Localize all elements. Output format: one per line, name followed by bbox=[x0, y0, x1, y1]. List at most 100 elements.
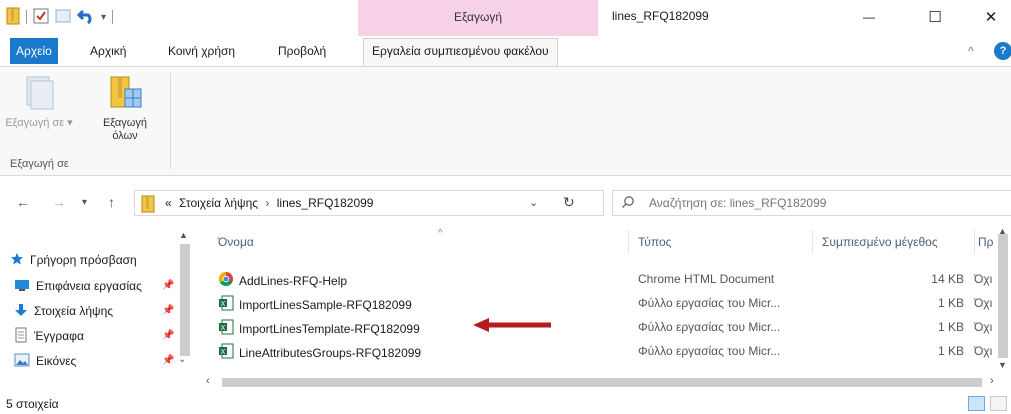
address-bar[interactable]: « Στοιχεία λήψης › lines_RFQ182099 ⌄ ↻ bbox=[134, 190, 604, 216]
up-arrow-icon[interactable]: ↑ bbox=[108, 194, 115, 210]
svg-text:X: X bbox=[221, 301, 226, 308]
file-size: 1 KB bbox=[937, 296, 964, 310]
scroll-up-icon[interactable]: ▲ bbox=[179, 230, 188, 240]
nav-item-desktop[interactable]: Επιφάνεια εργασίας bbox=[14, 275, 176, 297]
scrollbar-thumb[interactable] bbox=[998, 234, 1008, 358]
search-box[interactable] bbox=[612, 190, 1011, 216]
extract-all-button[interactable]: Εξαγωγή όλων bbox=[90, 73, 160, 143]
forward-arrow-icon[interactable]: → bbox=[52, 194, 66, 210]
horizontal-scrollbar[interactable]: ‹ › bbox=[200, 374, 1011, 391]
properties-icon[interactable] bbox=[33, 8, 49, 27]
extract-all-label-line2: όλων bbox=[112, 130, 138, 142]
nav-item-quick-access[interactable]: Γρήγορη πρόσβαση bbox=[10, 249, 172, 271]
file-name-cell: AddLines-RFQ-Help bbox=[218, 271, 347, 290]
ribbon-group-label: Εξαγωγή σε bbox=[10, 158, 69, 170]
pictures-icon bbox=[14, 353, 30, 370]
folder-icon[interactable] bbox=[6, 7, 20, 28]
minimize-button[interactable]: — bbox=[846, 4, 892, 30]
folder-icon bbox=[141, 195, 155, 216]
undo-icon[interactable] bbox=[76, 8, 95, 27]
annotation-arrow bbox=[473, 318, 551, 332]
file-protected: Όχι bbox=[974, 296, 993, 310]
star-icon bbox=[10, 252, 24, 269]
column-header-more[interactable]: Πρ bbox=[978, 230, 994, 254]
nav-item-documents[interactable]: Έγγραφα bbox=[14, 325, 176, 347]
tab-file[interactable]: Αρχείο bbox=[10, 38, 58, 64]
details-view-icon[interactable] bbox=[968, 396, 985, 411]
nav-item-downloads[interactable]: Στοιχεία λήψης bbox=[14, 300, 176, 322]
breadcrumb: « Στοιχεία λήψης › lines_RFQ182099 bbox=[165, 196, 373, 210]
breadcrumb-separator[interactable]: › bbox=[265, 196, 269, 210]
close-button[interactable]: ✕ bbox=[968, 4, 1011, 30]
file-type: Φύλλο εργασίας του Micr... bbox=[638, 296, 781, 310]
nav-item-label: Εικόνες bbox=[36, 354, 77, 368]
file-protected: Όχι bbox=[974, 272, 993, 286]
column-header-type[interactable]: Τύπος bbox=[638, 230, 808, 254]
back-arrow-icon[interactable]: ← bbox=[16, 194, 30, 210]
nav-item-pictures[interactable]: Εικόνες bbox=[14, 350, 176, 372]
tab-view[interactable]: Προβολή bbox=[270, 38, 334, 64]
tab-share[interactable]: Κοινή χρήση bbox=[160, 38, 243, 64]
search-icon bbox=[621, 195, 635, 212]
file-size: 1 KB bbox=[937, 344, 964, 358]
refresh-icon[interactable]: ↻ bbox=[563, 194, 575, 211]
toolbar-divider bbox=[112, 10, 114, 24]
table-row[interactable]: X ImportLinesTemplate-RFQ182099 Φύλλο ερ… bbox=[214, 316, 994, 338]
large-icons-view-icon[interactable] bbox=[990, 396, 1007, 411]
scroll-down-icon[interactable]: ▼ bbox=[998, 360, 1007, 370]
new-folder-icon[interactable] bbox=[55, 8, 71, 27]
navigation-pane-scrollbar[interactable]: ▲ bbox=[176, 224, 193, 370]
navigation-bar: ← → ▾ ↑ « Στοιχεία λήψης › lines_RFQ1820… bbox=[0, 186, 1011, 220]
scroll-right-icon[interactable]: › bbox=[990, 375, 994, 387]
address-dropdown-icon[interactable]: ⌄ bbox=[529, 196, 538, 209]
quick-access-toolbar: ▾ bbox=[6, 6, 114, 28]
extract-all-label-line1: Εξαγωγή bbox=[102, 117, 148, 129]
maximize-button[interactable]: ☐ bbox=[912, 4, 958, 30]
breadcrumb-overflow[interactable]: « bbox=[165, 196, 172, 210]
column-header-compressed-size[interactable]: Συμπιεσμένο μέγεθος bbox=[822, 230, 972, 254]
file-name-cell: X ImportLinesSample-RFQ182099 bbox=[218, 295, 412, 314]
search-input[interactable] bbox=[649, 196, 989, 210]
customize-toolbar-icon[interactable]: ▾ bbox=[101, 12, 106, 23]
tab-compressed-folder-tools[interactable]: Εργαλεία συμπιεσμένου φακέλου bbox=[363, 38, 558, 66]
help-icon[interactable]: ? bbox=[994, 42, 1011, 60]
navigation-pane: Γρήγορη πρόσβαση Επιφάνεια εργασίας 📌 Στ… bbox=[0, 224, 200, 394]
file-name-cell: X LineAttributesGroups-RFQ182099 bbox=[218, 343, 421, 362]
file-type: Chrome HTML Document bbox=[638, 272, 775, 286]
file-type: Φύλλο εργασίας του Micr... bbox=[638, 344, 781, 358]
svg-text:X: X bbox=[221, 325, 226, 332]
file-size: 1 KB bbox=[937, 320, 964, 334]
chrome-icon bbox=[218, 271, 234, 290]
breadcrumb-downloads[interactable]: Στοιχεία λήψης bbox=[179, 196, 258, 210]
pin-icon[interactable]: 📌 bbox=[162, 355, 174, 366]
column-divider[interactable] bbox=[812, 230, 813, 254]
extract-to-icon bbox=[21, 73, 57, 113]
column-header-name[interactable]: Όνομα ^ bbox=[218, 228, 628, 254]
tab-home[interactable]: Αρχική bbox=[82, 38, 134, 64]
file-list-scrollbar[interactable]: ▲ ▼ bbox=[994, 224, 1011, 374]
breadcrumb-current-folder[interactable]: lines_RFQ182099 bbox=[277, 196, 374, 210]
ribbon-tab-row: Αρχείο Αρχική Κοινή χρήση Προβολή Εργαλε… bbox=[0, 34, 1011, 66]
table-row[interactable]: X LineAttributesGroups-RFQ182099 Φύλλο ε… bbox=[214, 340, 994, 362]
context-tab-header: Εξαγωγή bbox=[358, 0, 598, 34]
scrollbar-thumb[interactable] bbox=[222, 378, 982, 387]
pin-icon[interactable]: 📌 bbox=[162, 305, 174, 316]
file-list: Όνομα ^ Τύπος Συμπιεσμένο μέγεθος Πρ Add… bbox=[200, 224, 1011, 374]
extract-to-button[interactable]: Εξαγωγή σε ▾ bbox=[4, 73, 74, 130]
extract-to-label: Εξαγωγή σε ▾ bbox=[5, 117, 73, 129]
sort-ascending-icon: ^ bbox=[438, 228, 443, 239]
excel-icon: X bbox=[218, 295, 234, 314]
file-name: AddLines-RFQ-Help bbox=[239, 273, 348, 288]
scroll-left-icon[interactable]: ‹ bbox=[206, 375, 210, 387]
context-tab-accent bbox=[358, 34, 598, 36]
column-divider[interactable] bbox=[974, 230, 975, 254]
table-row[interactable]: AddLines-RFQ-Help Chrome HTML Document 1… bbox=[214, 268, 994, 290]
pin-icon[interactable]: 📌 bbox=[162, 330, 174, 341]
table-row[interactable]: X ImportLinesSample-RFQ182099 Φύλλο εργα… bbox=[214, 292, 994, 314]
collapse-ribbon-icon[interactable]: ^ bbox=[968, 44, 974, 58]
column-divider[interactable] bbox=[628, 230, 629, 254]
recent-locations-icon[interactable]: ▾ bbox=[82, 197, 87, 208]
ribbon-panel: Εξαγωγή σε ▾ Εξαγωγή όλων Εξαγωγή σε bbox=[0, 66, 1011, 176]
pin-icon[interactable]: 📌 bbox=[162, 280, 174, 291]
scrollbar-thumb[interactable] bbox=[180, 244, 190, 356]
